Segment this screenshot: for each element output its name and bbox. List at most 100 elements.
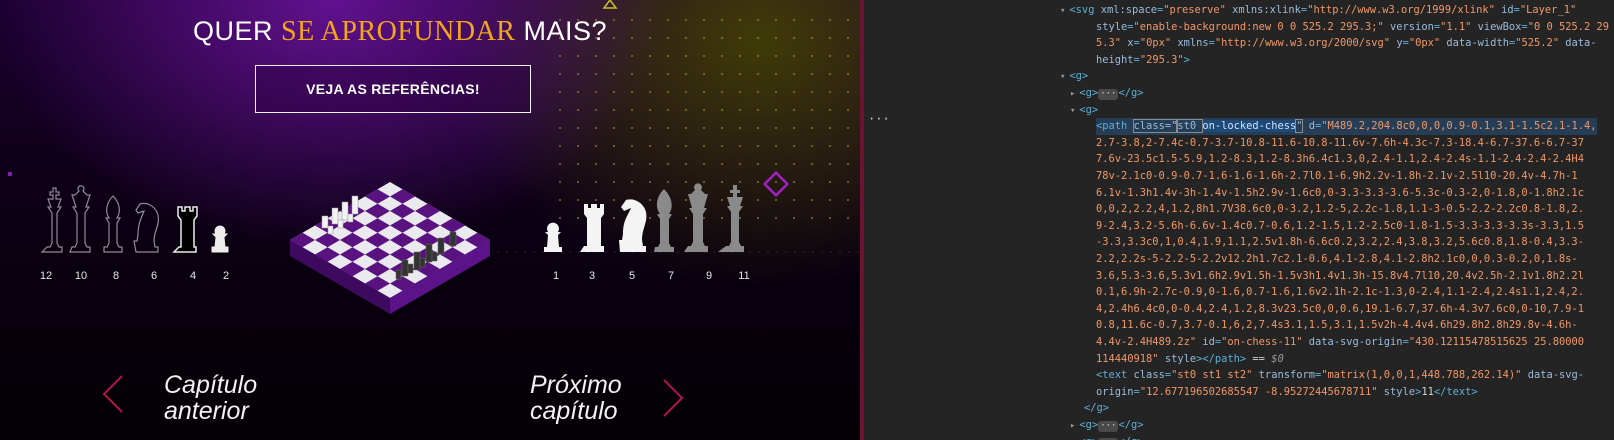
dom-line-16[interactable]: 3.6,5.3-3.6,5.3v1.6h2.9v1.5h-1.5v3h1.4v1… (1096, 268, 1584, 285)
pawn-white-icon (211, 225, 229, 253)
dom-line-25[interactable]: ▸ <g> ··· </g> (1070, 417, 1144, 435)
val-token: 3.6,5.3-3.6,5.3v1.6h2.9v1.5h-1.5v3h1.4v1… (1096, 269, 1584, 282)
attr-token: data-svg-origin (1302, 336, 1403, 348)
tag-token: <g> (1079, 419, 1099, 431)
prev-chapter-link[interactable]: Capítulo anterior (164, 372, 257, 424)
val-token: "0px" (1139, 37, 1172, 50)
tag-token: </g> (1118, 436, 1143, 440)
dom-line-15[interactable]: 2.2,2.2s-5-2.2-5-2.2v12.2h1.7c2.1-0.6,4.… (1096, 251, 1578, 268)
tag-token: </path> (1202, 352, 1247, 365)
dom-line-4[interactable]: ▾ <g> (1060, 68, 1088, 86)
val-token: 6.1v-1.3h1.4v-3h-1.4v-1.5h2.9v-1.6c0,0-3… (1096, 186, 1584, 199)
val-token: "preserve" (1163, 4, 1226, 16)
attr-token: viewBox (1471, 20, 1522, 33)
val-token: "st0 st1 st2" (1171, 369, 1253, 382)
val-token: 2.7-3.8,2-7.4c-0.7-3.7-10.8-11.6-10.8-11… (1096, 136, 1584, 149)
piece-number-label: 10 (74, 270, 88, 282)
triangle-decoration (602, 0, 618, 9)
rook-white-icon (172, 206, 198, 253)
val-token: "295.3" (1139, 53, 1184, 66)
val-token: 2.2,2.2s-5-2.2-5-2.2v12.2h1.7c2.1-0.6,4.… (1096, 253, 1578, 265)
outline-knight-icon (133, 202, 160, 253)
val-token: "525.2" (1515, 37, 1560, 50)
val-token: 9-2.4,3.2-5.6h-6.6v-1.4c0.7-0.6,1.2-1.5,… (1096, 219, 1584, 232)
tag-token: </text> (1433, 385, 1478, 398)
collapsed-ellipsis: ··· (1098, 89, 1119, 100)
expand-triangle-icon: ▾ (1070, 105, 1076, 116)
dom-line-14[interactable]: -3.3,3.3c0,1,0.4,1.9,1.1,2.5v1.8h-6.6c0.… (1096, 234, 1584, 251)
next-chapter-arrow-icon[interactable] (660, 376, 686, 420)
dom-line-18[interactable]: 4,2.4h6.4c0,0-0.4,2.4,1.2,8.3v23.5c0,0,0… (1096, 301, 1584, 318)
dom-line-0[interactable]: ▾ <svg xml:space="preserve" xmlns:xlink="… (1060, 2, 1576, 20)
collapsed-ellipsis: ··· (1098, 421, 1119, 432)
attr-token: xmlns:xlink (1225, 4, 1301, 16)
val-token: "M489.2,204.8c0,0,0,0.9-0.1,3.1-1.5c2.1-… (1321, 120, 1597, 133)
val-token: 78v-2.1c0-0.9-0.7-1.6-1.6-1.6h-2.7l0.1-6… (1096, 170, 1578, 182)
val-token: 4,2.4h6.4c0,0-0.4,2.4,1.2,8.3v23.5c0,0,0… (1096, 302, 1584, 315)
dom-line-21[interactable]: 114440918" style></path> == $0 (1096, 351, 1284, 368)
dom-line-19[interactable]: 0.8,11.6c-0.7,3.7-0.1,6,2,7.4s3.1,1.5,3.… (1096, 317, 1578, 334)
attr-token: data- (1559, 37, 1597, 50)
val-token: "430.12115478515625 25.80000 (1408, 336, 1584, 348)
gutter-more-icon[interactable]: ··· (868, 112, 890, 126)
val-token: "http://www.w3.org/1999/xlink" (1307, 4, 1495, 16)
dom-line-7[interactable]: <path class="st0 on-locked-chess" d="M48… (1096, 118, 1597, 135)
val-token: "0 0 525.2 29 (1527, 20, 1610, 33)
dom-line-3[interactable]: height="295.3"> (1096, 52, 1190, 69)
expand-triangle-icon: ▾ (1060, 72, 1066, 83)
dom-line-9[interactable]: 7.6v-23.5c1.5-5.9,1.2-8.3,1.2-8.3h6.4c1.… (1096, 151, 1584, 168)
val-token: "1.1" (1440, 20, 1472, 33)
val-token: 7.6v-23.5c1.5-5.9,1.2-8.3,1.2-8.3h6.4c1.… (1096, 153, 1584, 166)
headline: QUER SE APROFUNDAR MAIS? (0, 16, 800, 48)
attr-token: x (1121, 37, 1134, 50)
dom-line-1[interactable]: style="enable-background:new 0 0 525.2 2… (1096, 19, 1609, 36)
bishop-locked-icon (654, 189, 674, 252)
piece-number-label: 1 (552, 270, 560, 282)
attr-token: d (1302, 120, 1315, 133)
headline-post: MAIS? (515, 16, 607, 46)
tag-token: </g> (1118, 87, 1144, 99)
dom-line-17[interactable]: 0.1,6.9h-2.7c-0.9,0-1.6,0.7-1.6,1.6v2.1h… (1096, 284, 1584, 301)
next-chapter-line1: Próximo (530, 371, 622, 399)
tag-token: > (1183, 53, 1190, 66)
tag-token: <svg (1069, 4, 1101, 16)
dom-line-24[interactable]: </g> (1084, 400, 1109, 417)
prev-chapter-arrow-icon[interactable] (100, 372, 126, 416)
val-token: "on-chess-11" (1221, 336, 1303, 348)
tag-token: <g> (1079, 87, 1099, 99)
attr-token: id (1494, 4, 1514, 16)
tag-token: </g> (1084, 402, 1110, 415)
headline-highlight: SE APROFUNDAR (281, 16, 516, 47)
references-button[interactable]: VEJA AS REFERÊNCIAS! (255, 65, 531, 113)
dom-line-22[interactable]: <text class="st0 st1 st2" transform="mat… (1096, 367, 1584, 384)
dom-line-6[interactable]: ▾ <g> (1070, 102, 1098, 120)
attr-token: style (1377, 385, 1416, 398)
dom-line-26[interactable]: ▸<g>···</g> (1070, 434, 1144, 440)
val-token: "enable-background:new 0 0 525.2 295.3;" (1133, 20, 1384, 33)
dom-line-5[interactable]: ▸ <g> ··· </g> (1070, 85, 1144, 103)
tag-token: <text (1096, 369, 1134, 382)
prev-chapter-line1: Capítulo (164, 371, 258, 399)
course-chapter-panel: QUER SE APROFUNDAR MAIS? VEJA AS REFERÊN… (0, 0, 860, 440)
dom-line-20[interactable]: 4.4v-2.4H489.2z" id="on-chess-11" data-s… (1096, 334, 1584, 351)
small-square-decoration (8, 172, 12, 176)
next-chapter-line2: capítulo (530, 397, 618, 425)
expand-triangle-icon: ▸ (1070, 421, 1076, 431)
dom-line-23[interactable]: origin="12.677196502685547 -8.9527244567… (1096, 384, 1478, 401)
txt-token: 11 (1421, 385, 1434, 398)
tag-token: <g> (1079, 103, 1099, 116)
attr-token: xml:space (1100, 4, 1158, 16)
attr-token: origin (1096, 385, 1134, 398)
tag-token: <g> (1069, 70, 1089, 83)
piece-number-label: 6 (150, 270, 158, 282)
attr-token: height (1096, 53, 1134, 66)
dom-line-12[interactable]: 0,0,2,2.2,4,1.2,8h1.7V38.6c0,0-3.2,1.2-5… (1096, 201, 1584, 218)
dom-line-2[interactable]: 5.3" x="0px" xmlns="http://www.w3.org/20… (1096, 35, 1597, 52)
dom-line-11[interactable]: 6.1v-1.3h1.4v-3h-1.4v-1.5h2.9v-1.6c0,0-3… (1096, 185, 1584, 202)
dom-line-13[interactable]: 9-2.4,3.2-5.6h-6.6v-1.4c0.7-0.6,1.2-1.5,… (1096, 218, 1584, 235)
prev-chapter-line2: anterior (164, 397, 249, 425)
dom-line-10[interactable]: 78v-2.1c0-0.9-0.7-1.6-1.6-1.6h-2.7l0.1-6… (1096, 168, 1578, 185)
piece-number-label: 12 (39, 270, 53, 282)
next-chapter-link[interactable]: Próximo capítulo (530, 372, 622, 424)
dom-line-8[interactable]: 2.7-3.8,2-7.4c-0.7-3.7-10.8-11.6-10.8-11… (1096, 135, 1584, 152)
